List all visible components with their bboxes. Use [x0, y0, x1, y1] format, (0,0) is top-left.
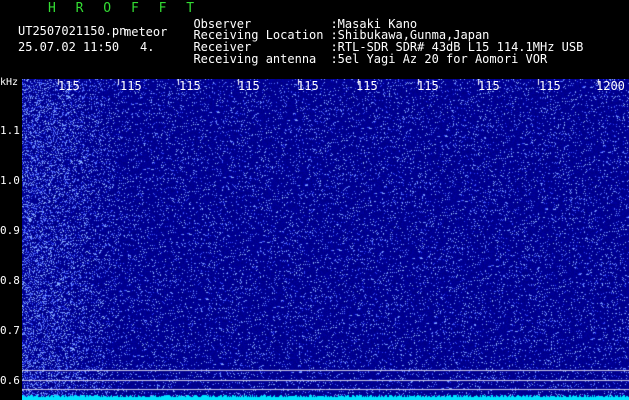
y-tick-label: 1.0: [0, 174, 20, 187]
mode-label: meteor: [124, 25, 168, 39]
y-tick-label: 1.1: [0, 124, 20, 137]
x-tick-label: 115: [417, 79, 439, 93]
x-tick-label: 115: [539, 79, 561, 93]
index-label: 4.: [140, 40, 155, 54]
spectrogram-canvas[interactable]: [22, 79, 629, 400]
y-tick-label: 0.9: [0, 224, 20, 237]
datetime-label: 25.07.02 11:50: [18, 40, 120, 54]
y-tick-label: 0.8: [0, 274, 20, 287]
y-tick-label: 0.6: [0, 374, 20, 387]
info-antenna: Receiving antenna :5el Yagi Az 20 for Aom…: [179, 41, 547, 65]
x-tick-label: 115: [120, 79, 142, 93]
y-unit-label: kHz: [0, 77, 19, 88]
info-value: :5el Yagi Az 20 for Aomori VOR: [330, 52, 548, 66]
x-tick-label: 115: [478, 79, 500, 93]
x-tick-label: 115: [297, 79, 319, 93]
y-tick-label: 0.7: [0, 324, 20, 337]
info-label: Receiving antenna: [193, 52, 317, 66]
x-tick-label: 115: [356, 79, 378, 93]
x-tick-label: 1200: [596, 79, 625, 93]
x-tick-label: 115: [58, 79, 80, 93]
x-tick-label: 115: [179, 79, 201, 93]
filename-label: UT2507021150.pn: [18, 24, 127, 38]
app-title: H R O F F T: [48, 1, 201, 16]
x-tick-label: 115: [238, 79, 260, 93]
